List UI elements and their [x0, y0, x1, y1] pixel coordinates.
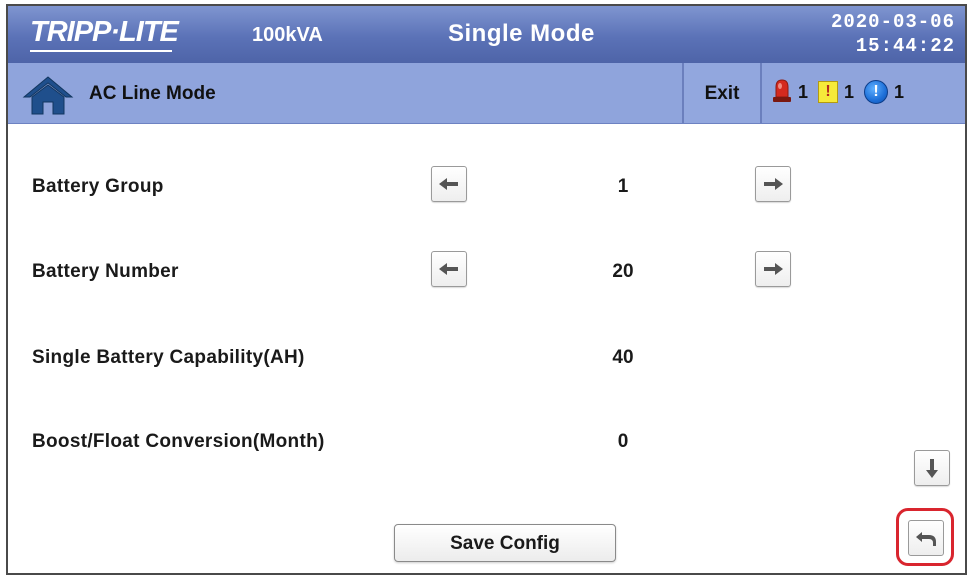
setting-label: Boost/Float Conversion(Month)	[32, 431, 325, 452]
back-button[interactable]	[908, 520, 944, 556]
setting-row-battery-number: Battery Number 20	[8, 251, 965, 291]
setting-label: Battery Number	[32, 261, 179, 282]
info-icon: !	[864, 80, 889, 104]
date-text: 2020-03-06	[830, 11, 955, 33]
info-count: 1	[894, 81, 905, 102]
time-text: 15:44:22	[855, 35, 955, 57]
settings-panel: Battery Group 1 Battery Number 20 Single…	[8, 124, 965, 573]
alarm-info[interactable]: ! 1	[864, 80, 904, 104]
arrow-left-icon	[439, 263, 458, 275]
setting-value: 20	[612, 261, 634, 282]
save-config-label: Save Config	[450, 533, 560, 554]
setting-label: Battery Group	[32, 176, 164, 197]
logo-text: TRIPP·LITE	[30, 16, 179, 48]
critical-count: 1	[798, 81, 809, 102]
logo-underline	[30, 50, 172, 52]
setting-value: 1	[617, 176, 629, 197]
setting-row-battery-group: Battery Group 1	[8, 166, 965, 206]
exit-button[interactable]: Exit	[682, 63, 762, 123]
setting-value: 40	[612, 347, 634, 368]
ups-display: TRIPP·LITE 100kVA Single Mode 2020-03-06…	[6, 4, 967, 575]
scroll-down-button[interactable]	[914, 450, 950, 486]
exit-label: Exit	[704, 83, 740, 104]
warning-glyph: !	[825, 83, 831, 100]
arrow-down-icon	[926, 459, 938, 478]
status-bar: AC Line Mode Exit 1 ! 1 ! 1	[8, 63, 965, 124]
info-glyph: !	[873, 83, 879, 100]
decrease-button[interactable]	[431, 251, 467, 287]
save-config-button[interactable]: Save Config	[394, 524, 616, 562]
setting-row-boost-float: Boost/Float Conversion(Month) 0	[8, 421, 965, 461]
alarm-warning[interactable]: ! 1	[818, 81, 854, 103]
setting-value: 0	[617, 431, 629, 452]
tripp-lite-logo: TRIPP·LITE	[30, 16, 179, 52]
capacity-label: 100kVA	[252, 24, 323, 46]
increase-button[interactable]	[755, 251, 791, 287]
top-bar: TRIPP·LITE 100kVA Single Mode 2020-03-06…	[8, 6, 965, 63]
status-label: AC Line Mode	[89, 83, 216, 104]
siren-icon	[772, 77, 792, 108]
warning-icon: !	[818, 81, 839, 103]
alarm-critical[interactable]: 1	[772, 77, 808, 108]
warning-count: 1	[844, 81, 855, 102]
return-arrow-icon	[916, 532, 936, 546]
arrow-right-icon	[764, 178, 783, 190]
mode-title: Single Mode	[448, 20, 595, 47]
datetime-display: 2020-03-06 15:44:22	[831, 10, 955, 58]
home-icon[interactable]	[22, 75, 74, 115]
arrow-left-icon	[439, 178, 458, 190]
increase-button[interactable]	[755, 166, 791, 202]
setting-label: Single Battery Capability(AH)	[32, 347, 305, 368]
setting-row-battery-capability: Single Battery Capability(AH) 40	[8, 337, 965, 377]
decrease-button[interactable]	[431, 166, 467, 202]
alarm-counters: 1 ! 1 ! 1	[772, 77, 914, 107]
arrow-right-icon	[764, 263, 783, 275]
